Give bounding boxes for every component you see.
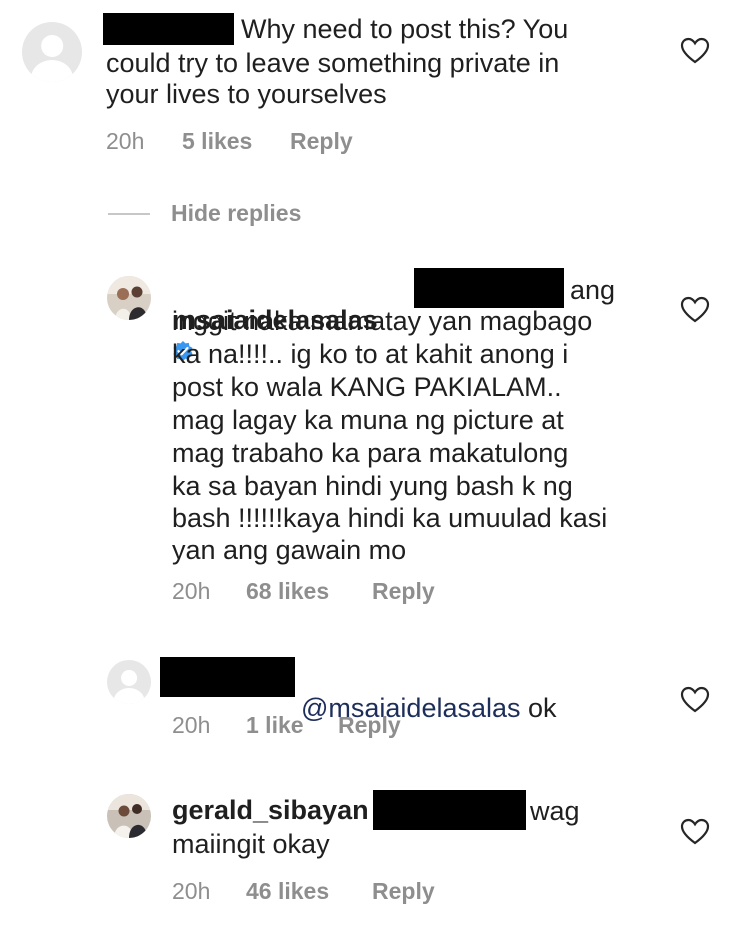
comment-text-2-line3: post ko wala KANG PAKIALAM.. bbox=[172, 372, 562, 402]
heart-icon[interactable] bbox=[680, 818, 710, 846]
redacted-username bbox=[160, 657, 295, 697]
comment-text-2-line8: yan ang gawain mo bbox=[172, 535, 407, 565]
comment-time: 20h bbox=[106, 128, 145, 154]
comment-text-3-body: ok bbox=[528, 692, 557, 723]
reply-button[interactable]: Reply bbox=[338, 712, 401, 739]
comment-text-2-line1: inggit naka mamatay yan magbago bbox=[172, 306, 593, 336]
likes-count-button[interactable]: 46 likes bbox=[246, 878, 329, 905]
comment-text-2-line7: bash !!!!!!kaya hindi ka umuulad kasi bbox=[172, 503, 608, 533]
likes-count-button[interactable]: 1 like bbox=[246, 712, 304, 739]
reply-button[interactable]: Reply bbox=[372, 878, 435, 905]
redacted-username bbox=[414, 268, 564, 308]
comment-text-1: Why need to post this? You bbox=[241, 14, 569, 44]
likes-count-button[interactable]: 5 likes bbox=[182, 128, 252, 155]
comment-time: 20h bbox=[172, 878, 211, 904]
comment-text-1-line3: your lives to yourselves bbox=[106, 79, 387, 109]
user-avatar-gerald-sibayan[interactable] bbox=[107, 794, 151, 838]
reply-button[interactable]: Reply bbox=[372, 578, 435, 605]
redacted-username bbox=[373, 790, 526, 830]
default-avatar-icon[interactable] bbox=[22, 22, 82, 82]
reply-button[interactable]: Reply bbox=[290, 128, 353, 155]
heart-icon[interactable] bbox=[680, 686, 710, 714]
comment-text-2-tail: ang bbox=[570, 275, 616, 305]
comment-text-2-line6: ka sa bayan hindi yung bash k ng bbox=[172, 471, 573, 501]
comment-text-4-line1: maiingit okay bbox=[172, 829, 330, 859]
comment-time: 20h bbox=[172, 712, 211, 738]
comment-text-2-line2: ka na!!!!.. ig ko to at kahit anong i bbox=[172, 339, 569, 369]
heart-icon[interactable] bbox=[680, 296, 710, 324]
comment-text-1-line2: could try to leave something private in bbox=[106, 48, 560, 78]
comment-text-4-tail: wag bbox=[530, 796, 580, 826]
username-gerald-sibayan[interactable]: gerald_sibayan bbox=[172, 795, 369, 826]
comment-text-2-line5: mag trabaho ka para makatulong bbox=[172, 438, 569, 468]
comment-time: 20h bbox=[172, 578, 211, 604]
heart-icon[interactable] bbox=[680, 37, 710, 65]
user-avatar-msaiaidelasalas[interactable] bbox=[107, 276, 151, 320]
hide-replies-divider bbox=[108, 213, 150, 215]
comment-text-2-line4: mag lagay ka muna ng picture at bbox=[172, 405, 564, 435]
default-avatar-icon[interactable] bbox=[107, 660, 151, 704]
mention-link[interactable]: @msaiaidelasalas bbox=[301, 693, 521, 723]
redacted-username bbox=[103, 13, 234, 45]
likes-count-button[interactable]: 68 likes bbox=[246, 578, 329, 605]
hide-replies-button[interactable]: Hide replies bbox=[171, 200, 301, 227]
